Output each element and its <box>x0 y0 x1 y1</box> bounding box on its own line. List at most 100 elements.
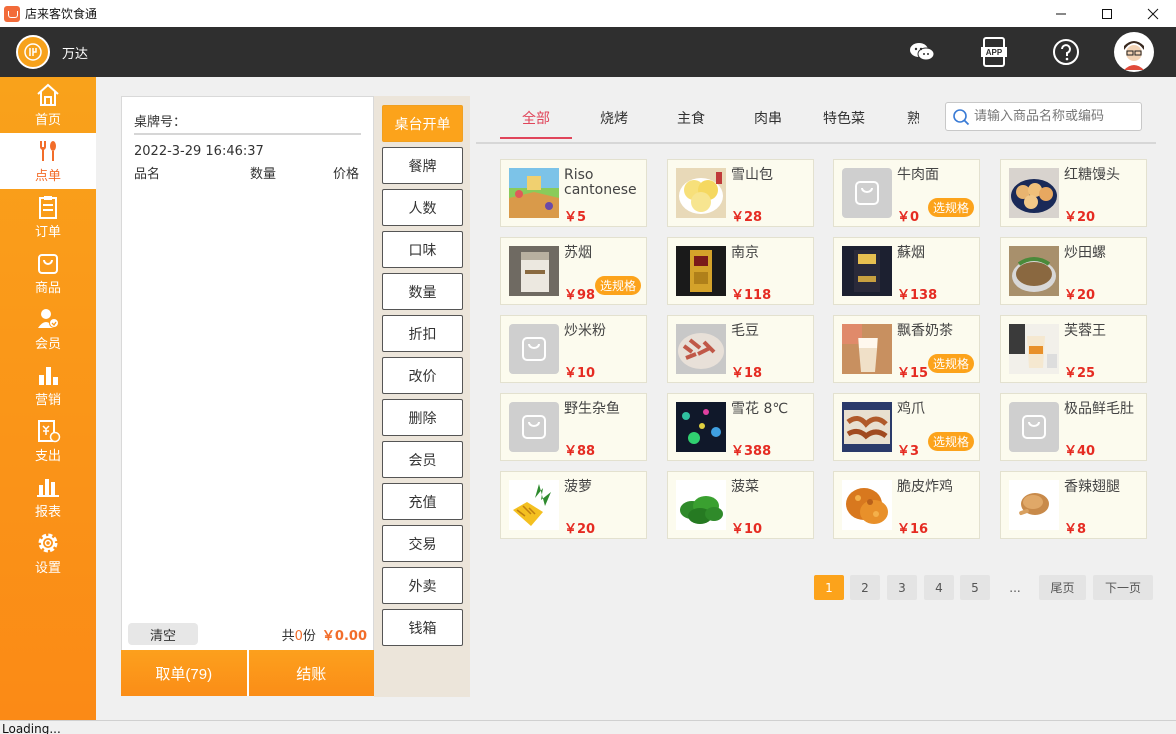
recharge-button[interactable]: 充值 <box>382 483 463 520</box>
page-button-2[interactable]: 2 <box>850 575 880 600</box>
product-card[interactable]: 脆皮炸鸡 ￥16 <box>833 471 980 539</box>
checkout-button[interactable]: 结账 <box>246 650 374 696</box>
search-input[interactable] <box>974 109 1134 124</box>
sidebar-item-settings[interactable]: 设置 <box>0 525 96 581</box>
product-price: ￥28 <box>731 210 763 225</box>
product-price: ￥20 <box>1064 210 1096 225</box>
tab-cooked[interactable]: 熟 <box>907 108 919 128</box>
product-name: 南京 <box>731 245 759 261</box>
delete-button[interactable]: 删除 <box>382 399 463 436</box>
help-icon[interactable] <box>1048 34 1084 70</box>
takeout-button[interactable]: 外卖 <box>382 567 463 604</box>
product-image <box>842 480 892 530</box>
flavor-button[interactable]: 口味 <box>382 231 463 268</box>
sidebar-item-products[interactable]: 商品 <box>0 245 96 301</box>
app-logo-icon <box>4 5 20 22</box>
member-button[interactable]: 会员 <box>382 441 463 478</box>
product-card[interactable]: 雪山包 ￥28 <box>667 159 814 227</box>
next-page-button[interactable]: 下一页 <box>1093 575 1153 600</box>
page-button-3[interactable]: 3 <box>887 575 917 600</box>
select-spec-badge[interactable]: 选规格 <box>928 432 974 451</box>
wechat-icon[interactable] <box>904 34 940 70</box>
app-download-icon[interactable]: APP <box>976 34 1012 70</box>
product-card[interactable]: 芙蓉王 ￥25 <box>1000 315 1147 383</box>
summary-prefix: 共 <box>281 629 295 644</box>
last-page-button[interactable]: 尾页 <box>1039 575 1086 600</box>
product-card[interactable]: 鸡爪 ￥3 选规格 <box>833 393 980 461</box>
discount-button[interactable]: 折扣 <box>382 315 463 352</box>
sidebar-item-home[interactable]: 首页 <box>0 77 96 133</box>
change-price-button[interactable]: 改价 <box>382 357 463 394</box>
user-avatar[interactable] <box>1114 32 1154 72</box>
select-spec-badge[interactable]: 选规格 <box>595 276 641 295</box>
select-spec-badge[interactable]: 选规格 <box>928 198 974 217</box>
placeholder-image <box>1009 402 1059 452</box>
product-card[interactable]: 菠萝 ￥20 <box>500 471 647 539</box>
tab-bbq[interactable]: 烧烤 <box>600 108 628 128</box>
product-image <box>1009 480 1059 530</box>
product-card[interactable]: 蘇烟 ￥138 <box>833 237 980 305</box>
page-button-1[interactable]: 1 <box>814 575 844 600</box>
sidebar-item-reports[interactable]: 报表 <box>0 469 96 525</box>
guest-count-button[interactable]: 人数 <box>382 189 463 226</box>
quantity-button[interactable]: 数量 <box>382 273 463 310</box>
product-card[interactable]: 野生杂鱼 ￥88 <box>500 393 647 461</box>
product-card[interactable]: 极品鲜毛肚 ￥40 <box>1000 393 1147 461</box>
product-name: 菠萝 <box>564 479 592 495</box>
product-card[interactable]: 菠菜 ￥10 <box>667 471 814 539</box>
sidebar-item-members[interactable]: 会员 <box>0 301 96 357</box>
page-button-4[interactable]: 4 <box>924 575 954 600</box>
title-bar: 店来客饮食通 <box>0 0 1176 27</box>
product-card[interactable]: 香辣翅腿 ￥8 <box>1000 471 1147 539</box>
tab-all[interactable]: 全部 <box>522 108 550 128</box>
product-card[interactable]: 苏烟 ￥98 选规格 <box>500 237 647 305</box>
minimize-button[interactable] <box>1038 0 1084 27</box>
tab-staple[interactable]: 主食 <box>677 108 705 128</box>
product-card[interactable]: 雪花 8℃ ￥388 <box>667 393 814 461</box>
tab-skewers[interactable]: 肉串 <box>754 108 782 128</box>
page-button-5[interactable]: 5 <box>960 575 990 600</box>
sidebar-item-marketing[interactable]: 营销 <box>0 357 96 413</box>
search-box[interactable] <box>945 102 1142 131</box>
select-spec-badge[interactable]: 选规格 <box>928 354 974 373</box>
column-header-quantity: 数量 <box>250 167 277 182</box>
product-name: 红糖馒头 <box>1064 167 1120 183</box>
product-price: ￥15 <box>897 366 929 381</box>
sidebar-item-order[interactable]: 点单 <box>0 133 96 189</box>
clear-button[interactable]: 清空 <box>128 623 198 645</box>
member-icon <box>38 308 59 328</box>
product-card[interactable]: 红糖馒头 ￥20 <box>1000 159 1147 227</box>
product-card[interactable]: 牛肉面 ￥0 选规格 <box>833 159 980 227</box>
table-sign-button[interactable]: 餐牌 <box>382 147 463 184</box>
product-image <box>509 168 559 218</box>
tab-specialty[interactable]: 特色菜 <box>823 108 865 128</box>
product-card[interactable]: 炒米粉 ￥10 <box>500 315 647 383</box>
search-icon <box>953 108 970 125</box>
product-name: 炒米粉 <box>564 323 606 339</box>
product-price: ￥88 <box>564 444 596 459</box>
maximize-button[interactable] <box>1084 0 1130 27</box>
take-order-button[interactable]: 取单(79) <box>121 650 247 696</box>
bag-icon <box>38 253 58 274</box>
sidebar-item-expense[interactable]: 支出 <box>0 413 96 469</box>
product-card[interactable]: Riso cantonese ￥5 <box>500 159 647 227</box>
gear-icon <box>38 533 58 552</box>
product-name: 菠菜 <box>731 479 759 495</box>
product-price: ￥98 <box>564 288 596 303</box>
product-name: 苏烟 <box>564 245 592 261</box>
placeholder-image <box>842 168 892 218</box>
transaction-button[interactable]: 交易 <box>382 525 463 562</box>
product-price: ￥16 <box>897 522 929 537</box>
product-image <box>842 402 892 452</box>
sidebar-item-orders[interactable]: 订单 <box>0 189 96 245</box>
close-icon <box>1147 8 1159 19</box>
product-card[interactable]: 毛豆 ￥18 <box>667 315 814 383</box>
product-card[interactable]: 飘香奶茶 ￥15 选规格 <box>833 315 980 383</box>
product-card[interactable]: 南京 ￥118 <box>667 237 814 305</box>
close-button[interactable] <box>1130 0 1176 27</box>
cash-drawer-button[interactable]: 钱箱 <box>382 609 463 646</box>
open-table-button[interactable]: 桌台开单 <box>382 105 463 142</box>
product-price: ￥20 <box>564 522 596 537</box>
product-name: 脆皮炸鸡 <box>897 479 953 495</box>
product-card[interactable]: 炒田螺 ￥20 <box>1000 237 1147 305</box>
